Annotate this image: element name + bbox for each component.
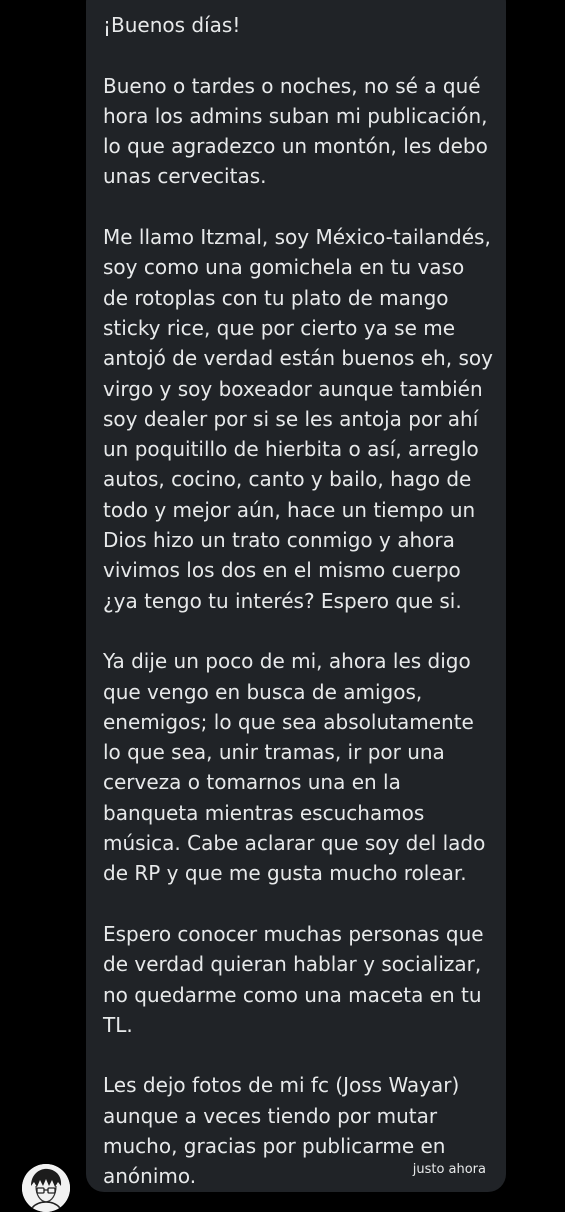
message-paragraph: Me llamo Itzmal, soy México-tailandés, s… <box>103 225 493 613</box>
manga-portrait-avatar-icon <box>22 1164 70 1212</box>
message-timestamp: justo ahora <box>412 1162 486 1177</box>
message-paragraph: Ya dije un poco de mi, ahora les digo qu… <box>103 649 486 886</box>
message-paragraph: Bueno o tardes o noches, no sé a qué hor… <box>103 73 488 189</box>
avatar[interactable] <box>22 1164 70 1212</box>
message-text: ¡Buenos días! Bueno o tardes o noches, n… <box>103 10 494 1192</box>
message-bubble[interactable]: ¡Buenos días! Bueno o tardes o noches, n… <box>86 0 506 1192</box>
message-paragraph: ¡Buenos días! <box>103 13 241 37</box>
message-paragraph: Espero conocer muchas personas que de ve… <box>103 921 484 1037</box>
